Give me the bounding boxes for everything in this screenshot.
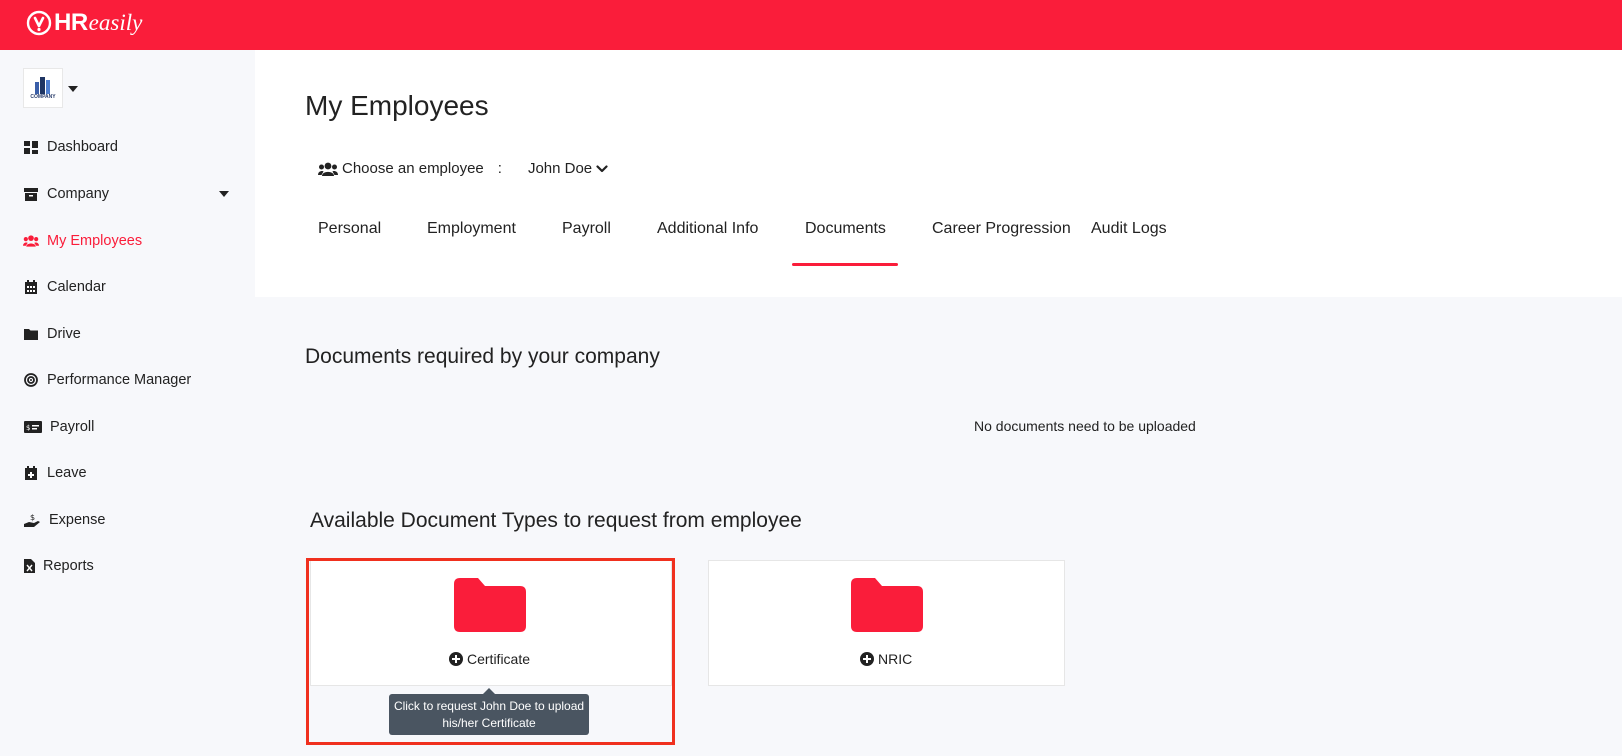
archive-icon xyxy=(23,186,39,202)
sidebar-item-label: Leave xyxy=(47,465,87,481)
company-building-icon xyxy=(35,77,50,94)
sidebar-item-calendar[interactable]: Calendar xyxy=(23,276,106,298)
company-logo[interactable]: COMPANY xyxy=(23,68,63,108)
request-tooltip: Click to request John Doe to upload his/… xyxy=(389,694,589,735)
company-switch-caret-icon[interactable] xyxy=(68,86,78,92)
tab-additional-info[interactable]: Additional Info xyxy=(657,220,758,238)
file-excel-icon xyxy=(23,558,35,574)
empty-documents-message: No documents need to be uploaded xyxy=(974,418,1196,434)
document-type-name: NRIC xyxy=(878,651,913,667)
sidebar-item-label: Calendar xyxy=(47,279,106,295)
sidebar-item-label: Performance Manager xyxy=(47,372,192,388)
document-type-card-nric[interactable]: NRIC xyxy=(708,560,1065,686)
plus-circle-icon xyxy=(860,652,874,666)
tab-documents[interactable]: Documents xyxy=(805,220,886,238)
sidebar-item-payroll[interactable]: $ Payroll xyxy=(23,416,94,438)
tab-employment[interactable]: Employment xyxy=(427,220,516,238)
document-type-label: NRIC xyxy=(860,651,912,667)
sidebar-item-dashboard[interactable]: Dashboard xyxy=(23,136,118,158)
employee-chooser: Choose an employee : John Doe xyxy=(318,160,608,177)
tab-audit-logs[interactable]: Audit Logs xyxy=(1091,220,1167,238)
users-icon xyxy=(318,162,338,176)
sidebar-item-leave[interactable]: Leave xyxy=(23,462,87,484)
company-logo-text: COMPANY xyxy=(30,94,56,100)
employee-header-panel: My Employees Choose an employee : John D… xyxy=(255,50,1622,297)
sidebar-item-company[interactable]: Company xyxy=(23,183,109,205)
folder-icon xyxy=(23,326,39,342)
sidebar-item-drive[interactable]: Drive xyxy=(23,323,81,345)
sidebar-item-label: Payroll xyxy=(50,419,95,435)
plus-circle-icon xyxy=(449,652,463,666)
chevron-down-icon xyxy=(596,164,608,172)
page-title: My Employees xyxy=(305,90,489,121)
calendar-icon xyxy=(23,279,39,295)
calendar-plus-icon xyxy=(23,465,39,481)
sidebar-item-my-employees[interactable]: My Employees xyxy=(23,230,142,252)
svg-text:$: $ xyxy=(26,424,30,432)
document-type-name: Certificate xyxy=(467,651,531,667)
sidebar-item-performance-manager[interactable]: Performance Manager xyxy=(23,369,191,391)
top-bar: HR easily xyxy=(0,0,1622,50)
folder-icon xyxy=(851,578,923,632)
sidebar-item-label: My Employees xyxy=(47,233,143,249)
hand-dollar-icon: $ xyxy=(23,512,41,528)
document-type-card-certificate[interactable]: Certificate xyxy=(310,560,672,686)
active-tab-indicator xyxy=(792,263,898,266)
sidebar-item-label: Drive xyxy=(47,326,81,342)
chooser-colon: : xyxy=(497,160,502,177)
document-type-label: Certificate xyxy=(449,651,530,667)
sidebar-item-label: Dashboard xyxy=(47,139,118,155)
company-expand-caret-icon[interactable] xyxy=(219,191,229,197)
chooser-label: Choose an employee xyxy=(342,160,484,177)
brand-heart-icon xyxy=(26,10,52,36)
sidebar-item-label: Company xyxy=(47,186,110,202)
sidebar-item-label: Expense xyxy=(49,512,106,528)
selected-employee: John Doe xyxy=(527,160,593,177)
brand-logo[interactable]: HR easily xyxy=(26,9,142,37)
available-documents-title: Available Document Types to request from… xyxy=(310,509,802,532)
money-check-icon: $ xyxy=(23,419,42,435)
sidebar-item-expense[interactable]: $ Expense xyxy=(23,509,105,531)
required-documents-title: Documents required by your company xyxy=(305,345,660,368)
sidebar-item-reports[interactable]: Reports xyxy=(23,555,94,577)
target-icon xyxy=(23,372,39,388)
brand-hr-text: HR xyxy=(54,9,88,36)
tab-personal[interactable]: Personal xyxy=(318,220,381,238)
users-icon xyxy=(23,233,39,249)
dashboard-icon xyxy=(23,139,39,155)
sidebar: COMPANY Dashboard Company My Employees C… xyxy=(0,50,255,756)
svg-text:$: $ xyxy=(30,513,35,522)
employee-select[interactable]: John Doe xyxy=(528,160,608,177)
brand-easily-text: easily xyxy=(88,10,143,35)
tab-career-progression[interactable]: Career Progression xyxy=(932,220,1071,238)
tab-payroll[interactable]: Payroll xyxy=(562,220,611,238)
folder-icon xyxy=(454,578,526,632)
sidebar-item-label: Reports xyxy=(43,558,94,574)
